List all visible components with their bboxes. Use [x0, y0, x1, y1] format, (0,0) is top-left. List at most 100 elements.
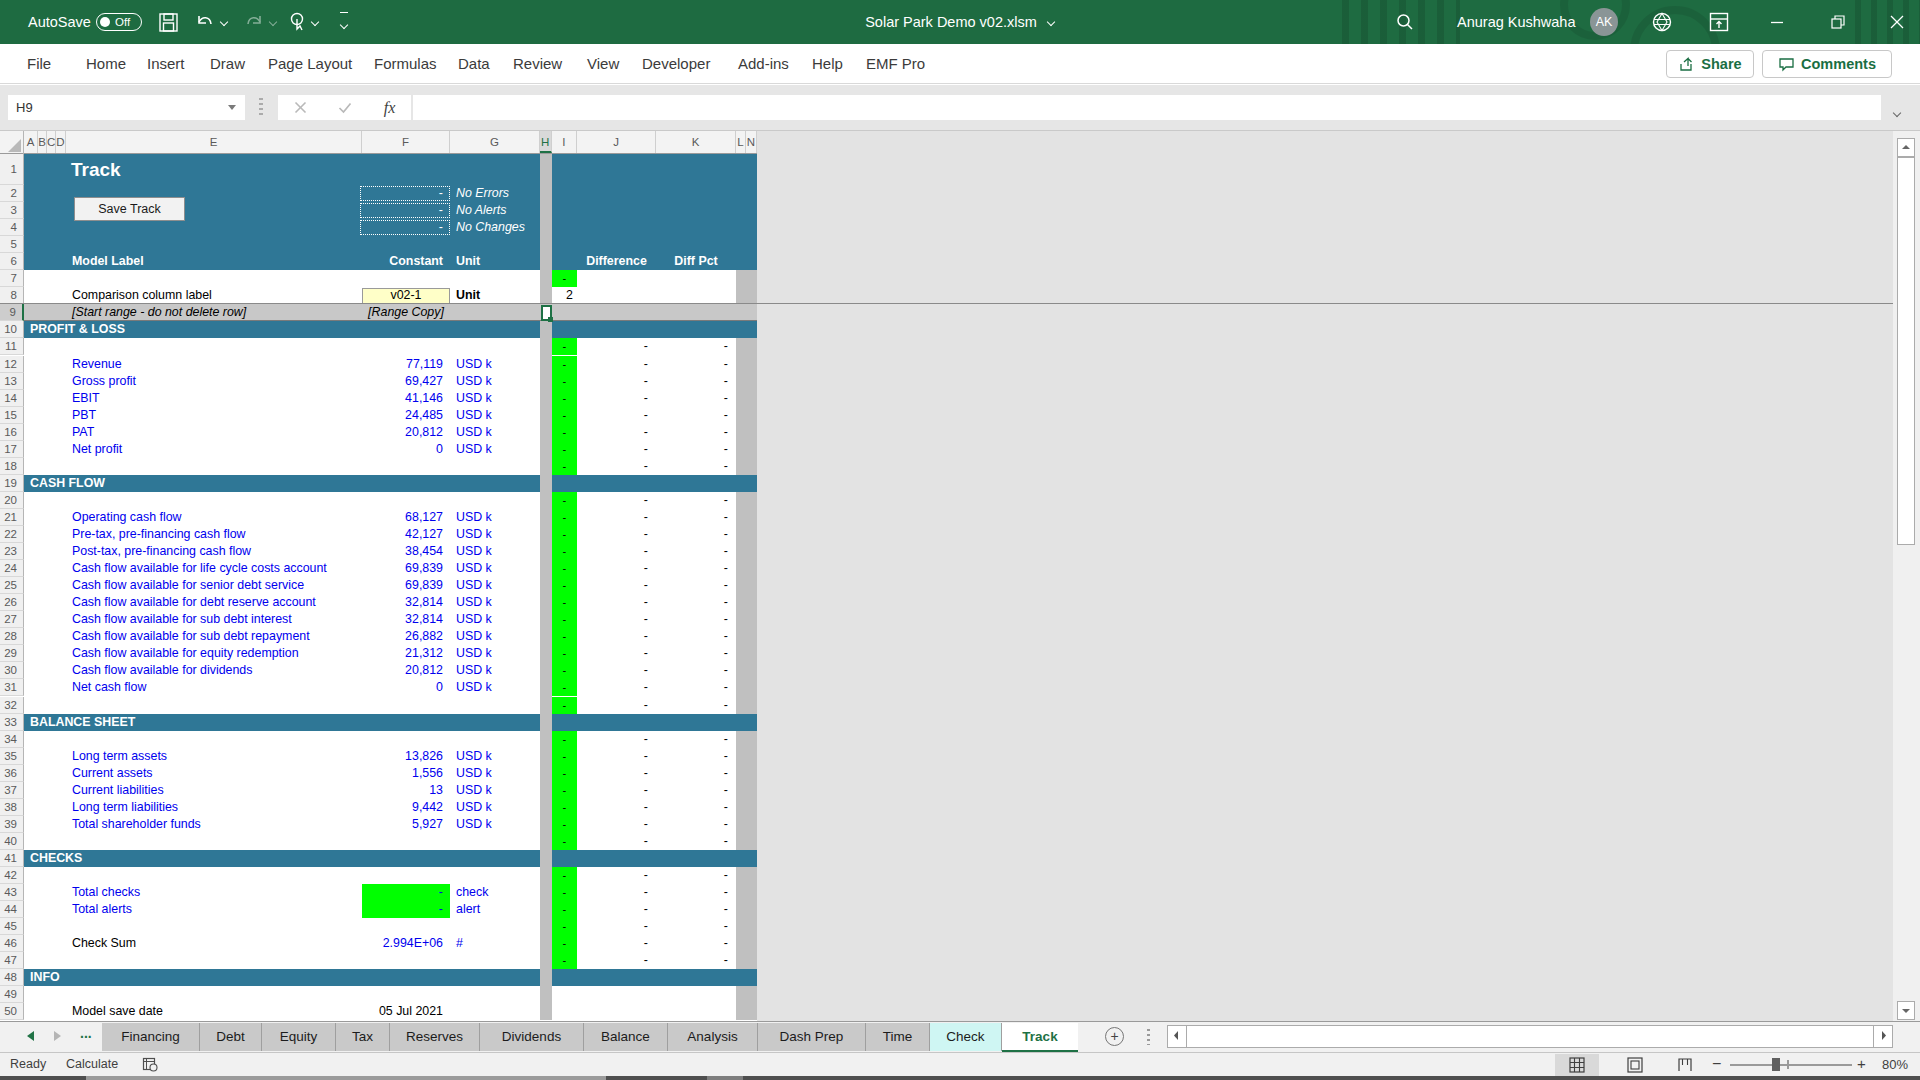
row-value[interactable]: 2.994E+06: [362, 935, 443, 952]
row-value[interactable]: 68,127: [362, 509, 443, 526]
difference-value[interactable]: -: [577, 390, 656, 407]
sheet-tab-financing[interactable]: Financing: [102, 1023, 200, 1051]
column-header-J[interactable]: J: [577, 131, 656, 153]
formula-bar-grip[interactable]: [259, 98, 263, 118]
ribbon-tab-add-ins[interactable]: Add-ins: [738, 44, 789, 83]
save-track-button[interactable]: Save Track: [74, 197, 185, 221]
row-header-46[interactable]: 46: [0, 935, 24, 952]
row-label[interactable]: Long term liabilities: [72, 799, 362, 816]
diffpct-value[interactable]: -: [656, 492, 736, 509]
difference-value[interactable]: -: [577, 577, 656, 594]
fill-handle[interactable]: [548, 317, 553, 322]
diffpct-value[interactable]: -: [656, 867, 736, 884]
normal-view-button[interactable]: [1555, 1054, 1599, 1076]
row-label[interactable]: Operating cash flow: [72, 509, 362, 526]
row-header-32[interactable]: 32: [0, 697, 24, 714]
hscroll-left-button[interactable]: [1167, 1025, 1187, 1048]
row-value[interactable]: 21,312: [362, 645, 443, 662]
difference-value[interactable]: -: [577, 560, 656, 577]
vertical-scroll-thumb[interactable]: [1897, 157, 1915, 545]
row-header-8[interactable]: 8: [0, 287, 24, 304]
row-value[interactable]: 42,127: [362, 526, 443, 543]
difference-value[interactable]: -: [577, 884, 656, 901]
close-button[interactable]: [1874, 0, 1920, 44]
row-header-10[interactable]: 10: [0, 321, 24, 338]
difference-value[interactable]: -: [577, 782, 656, 799]
row-header-29[interactable]: 29: [0, 645, 24, 662]
diffpct-value[interactable]: -: [656, 662, 736, 679]
row-header-28[interactable]: 28: [0, 628, 24, 645]
ribbon-tab-data[interactable]: Data: [458, 44, 490, 83]
page-break-view-button[interactable]: [1663, 1054, 1707, 1076]
sheet-tab-equity[interactable]: Equity: [262, 1023, 336, 1051]
sheet-tab-time[interactable]: Time: [866, 1023, 930, 1051]
row-value[interactable]: 32,814: [362, 594, 443, 611]
row-header-1[interactable]: 1: [0, 154, 24, 185]
diffpct-value[interactable]: -: [656, 509, 736, 526]
ribbon-tab-draw[interactable]: Draw: [210, 44, 245, 83]
ribbon-tab-view[interactable]: View: [587, 44, 619, 83]
difference-value[interactable]: -: [577, 594, 656, 611]
zoom-slider-track[interactable]: [1730, 1064, 1852, 1066]
account-avatar[interactable]: AK: [1590, 0, 1618, 44]
row-label[interactable]: Model save date: [72, 1003, 362, 1020]
difference-value[interactable]: -: [577, 509, 656, 526]
row-value[interactable]: 9,442: [362, 799, 443, 816]
row-header-48[interactable]: 48: [0, 969, 24, 986]
row-header-7[interactable]: 7: [0, 270, 24, 287]
name-box-dropdown-icon[interactable]: [228, 105, 236, 110]
row-value[interactable]: 69,839: [362, 560, 443, 577]
row-label[interactable]: Cash flow available for senior debt serv…: [72, 577, 362, 594]
difference-value[interactable]: -: [577, 662, 656, 679]
row-header-15[interactable]: 15: [0, 407, 24, 424]
column-header-F[interactable]: F: [362, 131, 450, 153]
hscroll-right-button[interactable]: [1873, 1025, 1893, 1048]
row-value[interactable]: 5,927: [362, 816, 443, 833]
row-label[interactable]: Cash flow available for equity redemptio…: [72, 645, 362, 662]
column-header-E[interactable]: E: [66, 131, 362, 153]
row-header-49[interactable]: 49: [0, 986, 24, 1003]
diffpct-value[interactable]: -: [656, 782, 736, 799]
row-value[interactable]: 32,814: [362, 611, 443, 628]
difference-value[interactable]: -: [577, 611, 656, 628]
row-value[interactable]: -: [362, 901, 443, 918]
difference-value[interactable]: -: [577, 441, 656, 458]
row-header-45[interactable]: 45: [0, 918, 24, 935]
ribbon-tab-page-layout[interactable]: Page Layout: [268, 44, 352, 83]
row-header-11[interactable]: 11: [0, 338, 24, 355]
diffpct-value[interactable]: -: [656, 338, 736, 355]
row-header-17[interactable]: 17: [0, 441, 24, 458]
difference-value[interactable]: -: [577, 833, 656, 850]
difference-value[interactable]: -: [577, 816, 656, 833]
sheet-tab-check[interactable]: Check: [930, 1023, 1002, 1051]
row-label[interactable]: PAT: [72, 424, 362, 441]
difference-value[interactable]: -: [577, 407, 656, 424]
row-label[interactable]: Cash flow available for dividends: [72, 662, 362, 679]
difference-value[interactable]: -: [577, 918, 656, 935]
difference-value[interactable]: -: [577, 526, 656, 543]
difference-value[interactable]: -: [577, 645, 656, 662]
difference-value[interactable]: -: [577, 458, 656, 475]
difference-value[interactable]: -: [577, 867, 656, 884]
page-layout-view-button[interactable]: [1613, 1054, 1657, 1076]
row-label[interactable]: Current liabilities: [72, 782, 362, 799]
diffpct-value[interactable]: -: [656, 697, 736, 714]
sheet-tab-analysis[interactable]: Analysis: [668, 1023, 758, 1051]
row-value[interactable]: 38,454: [362, 543, 443, 560]
row-header-31[interactable]: 31: [0, 679, 24, 696]
difference-value[interactable]: -: [577, 543, 656, 560]
scroll-down-button[interactable]: [1897, 1001, 1915, 1020]
diffpct-value[interactable]: -: [656, 611, 736, 628]
zoom-level[interactable]: 80%: [1882, 1057, 1908, 1072]
minimize-button[interactable]: [1754, 0, 1800, 44]
difference-value[interactable]: -: [577, 731, 656, 748]
diffpct-value[interactable]: -: [656, 628, 736, 645]
row-header-34[interactable]: 34: [0, 731, 24, 748]
diffpct-value[interactable]: -: [656, 799, 736, 816]
ribbon-tab-insert[interactable]: Insert: [147, 44, 185, 83]
column-header-B[interactable]: B: [38, 131, 47, 153]
row-label[interactable]: Total checks: [72, 884, 362, 901]
row-header-24[interactable]: 24: [0, 560, 24, 577]
row-label[interactable]: Total alerts: [72, 901, 362, 918]
column-header-C[interactable]: C: [47, 131, 56, 153]
